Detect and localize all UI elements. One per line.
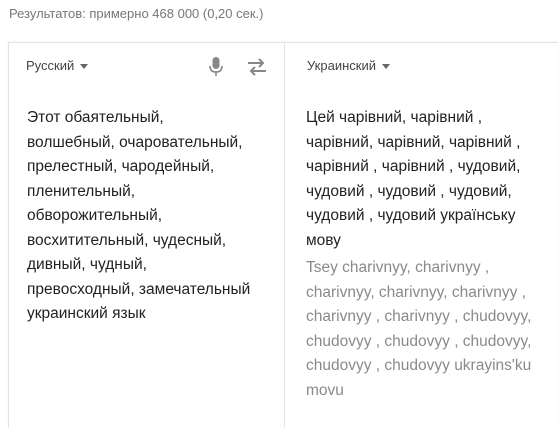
translated-text: Цей чарівний, чарівний , чарівний, чарів… bbox=[306, 109, 521, 249]
chevron-down-icon bbox=[381, 64, 390, 69]
microphone-icon[interactable] bbox=[208, 56, 224, 78]
source-text[interactable]: Этот обаятельный, волшебный, очарователь… bbox=[27, 106, 277, 327]
source-pane: Русский Этот обаятельный, волшебный, оча… bbox=[9, 43, 284, 428]
target-language-select[interactable]: Украинский bbox=[307, 58, 390, 73]
target-pane: Украинский Цей чарівний, чарівний , чарі… bbox=[284, 43, 559, 428]
source-language-label: Русский bbox=[26, 58, 75, 73]
source-language-select[interactable]: Русский bbox=[26, 58, 89, 73]
target-language-label: Украинский bbox=[307, 58, 376, 73]
transliteration-text: Tsey charivnyy, charivnyy , charivnyy, c… bbox=[306, 259, 532, 399]
results-stats: Результатов: примерно 468 000 (0,20 сек.… bbox=[9, 6, 264, 21]
translate-card: Русский Этот обаятельный, волшебный, оча… bbox=[8, 42, 558, 428]
swap-languages-icon[interactable] bbox=[245, 57, 269, 77]
chevron-down-icon bbox=[80, 64, 89, 69]
